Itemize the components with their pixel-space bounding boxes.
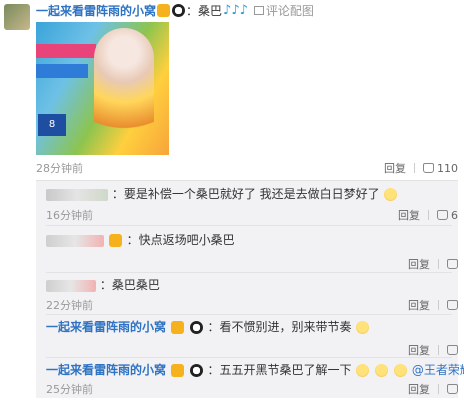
divider xyxy=(46,357,452,358)
like-button[interactable]: 110 xyxy=(423,162,458,175)
comment-actions: 回复 110 xyxy=(384,160,458,176)
doge-emoji-icon xyxy=(394,364,407,377)
reply-text: ：要是补偿一个桑巴就好了 我还是去做白日梦好了 xyxy=(111,187,380,201)
divider xyxy=(428,210,429,220)
divider xyxy=(46,272,452,273)
redacted-username xyxy=(46,279,96,292)
timestamp: 22分钟前 xyxy=(46,299,93,312)
avatar[interactable] xyxy=(4,4,30,30)
smile-emoji-icon xyxy=(384,188,398,201)
redacted-username xyxy=(46,234,104,247)
username-link[interactable]: 一起来看雷阵雨的小窝 xyxy=(46,320,166,334)
reply-button[interactable]: 回复 xyxy=(408,342,430,358)
vip-badge-icon xyxy=(170,364,184,377)
reply-item: ：要是补偿一个桑巴就好了 我还是去做白日梦好了 xyxy=(46,186,446,202)
thumbs-up-icon xyxy=(447,300,458,310)
like-count: 110 xyxy=(437,161,458,175)
like-button[interactable] xyxy=(447,345,458,355)
divider xyxy=(438,345,439,355)
reply-item: 一起来看雷阵雨的小窝 ：五五开黑节桑巴了解一下 @王者荣耀 xyxy=(46,362,464,378)
thumbs-up-icon xyxy=(447,384,458,394)
timestamp: 25分钟前 xyxy=(46,383,93,396)
reply-item: ：快点返场吧小桑巴 xyxy=(46,232,446,248)
timestamp: 28分钟前 xyxy=(36,162,83,175)
reply-item: ：桑巴桑巴 xyxy=(46,277,446,293)
reply-item: 一起来看雷阵雨的小窝 ：看不惯别进，别来带节奏 xyxy=(46,319,446,335)
comment-image-link[interactable]: 评论配图 xyxy=(266,2,314,19)
image-banner-2 xyxy=(36,64,88,78)
mention-link[interactable]: @王者荣耀 xyxy=(412,363,464,377)
panda-emoji-icon xyxy=(172,3,186,17)
reply-button[interactable]: 回复 xyxy=(408,256,430,272)
comment-header: 一起来看雷阵雨的小窝 ：桑巴 ♪♪♪ 评论配图 xyxy=(36,2,314,18)
reply-button[interactable]: 回复 xyxy=(398,207,420,223)
divider xyxy=(438,259,439,269)
reply-button[interactable]: 回复 xyxy=(408,381,430,397)
thumbs-up-icon xyxy=(423,163,434,173)
reply-button[interactable]: 回复 xyxy=(408,297,430,313)
image-sign: 8 xyxy=(38,114,66,136)
vip-badge-icon xyxy=(170,321,184,334)
reply-text: ：快点返场吧小桑巴 xyxy=(126,233,235,247)
divider xyxy=(414,163,415,173)
picture-icon xyxy=(253,5,264,15)
thumbs-up-icon xyxy=(447,259,458,269)
divider xyxy=(46,314,452,315)
reply-actions: 回复 6 xyxy=(398,207,458,223)
reply-text: ：桑巴桑巴 xyxy=(99,278,160,292)
comment-image[interactable]: 8 xyxy=(36,22,169,155)
doge-emoji-icon xyxy=(356,321,370,334)
image-character xyxy=(94,28,154,148)
comment-text: ：桑巴 xyxy=(186,3,223,18)
like-count: 6 xyxy=(451,208,458,222)
thumbs-up-icon xyxy=(437,210,448,220)
reply-actions: 回复 xyxy=(408,256,458,272)
vip-badge-icon xyxy=(108,234,122,247)
music-note-icon: ♪♪♪ xyxy=(223,2,248,18)
reply-actions: 回复 xyxy=(408,342,458,358)
divider xyxy=(438,384,439,394)
vip-badge-icon xyxy=(157,3,171,17)
top-comment: 一起来看雷阵雨的小窝 ：桑巴 ♪♪♪ 评论配图 8 28分钟前 回复 110 xyxy=(0,0,464,176)
timestamp: 16分钟前 xyxy=(46,209,93,222)
like-button[interactable] xyxy=(447,259,458,269)
divider xyxy=(46,225,452,226)
panda-emoji-icon xyxy=(189,364,203,377)
reply-text: ：五五开黑节桑巴了解一下 xyxy=(207,363,352,377)
like-button[interactable]: 6 xyxy=(437,209,458,222)
reply-actions: 回复 xyxy=(408,381,458,397)
username-link[interactable]: 一起来看雷阵雨的小窝 xyxy=(36,2,156,19)
like-button[interactable] xyxy=(447,300,458,310)
thumbs-up-icon xyxy=(447,345,458,355)
doge-emoji-icon xyxy=(356,364,370,377)
reply-actions: 回复 xyxy=(408,297,458,313)
reply-text: ：看不惯别进，别来带节奏 xyxy=(207,320,352,334)
panda-emoji-icon xyxy=(189,321,203,334)
reply-button[interactable]: 回复 xyxy=(384,160,406,176)
like-button[interactable] xyxy=(447,384,458,394)
image-banner xyxy=(36,44,96,58)
username-link[interactable]: 一起来看雷阵雨的小窝 xyxy=(46,363,166,377)
redacted-username xyxy=(46,188,108,201)
divider xyxy=(438,300,439,310)
doge-emoji-icon xyxy=(375,364,389,377)
